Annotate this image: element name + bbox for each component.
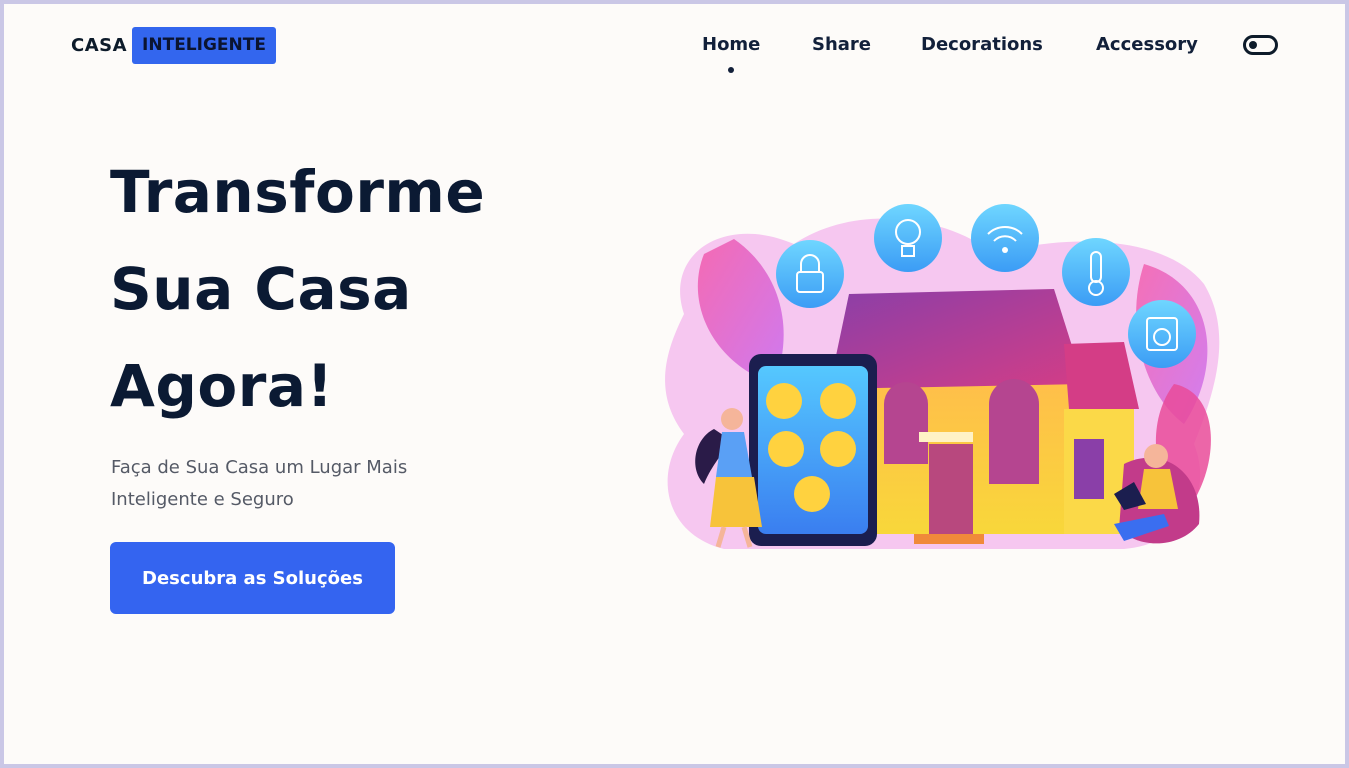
washing-machine-icon bbox=[1128, 300, 1196, 368]
nav-link-decorations[interactable]: Decorations bbox=[921, 34, 1043, 55]
hero-title-line: Transforme bbox=[110, 158, 486, 226]
smart-home-illustration bbox=[665, 204, 1220, 550]
hero-subtitle: Faça de Sua Casa um Lugar Mais Inteligen… bbox=[111, 452, 491, 516]
nav-link-label: Accessory bbox=[1096, 34, 1198, 55]
main-nav: Home Share Decorations Accessory bbox=[4, 34, 1345, 73]
hero-title-line: Sua Casa bbox=[110, 255, 412, 323]
nav-link-label: Share bbox=[812, 34, 872, 55]
hero-title: Transforme Sua Casa Agora! bbox=[110, 144, 485, 435]
nav-link-share[interactable]: Share bbox=[812, 34, 871, 55]
nav-link-accessory[interactable]: Accessory bbox=[1096, 34, 1198, 55]
lock-icon bbox=[776, 240, 844, 308]
nav-link-label: Decorations bbox=[921, 34, 1043, 55]
toggle-knob bbox=[1249, 41, 1257, 49]
theme-toggle-icon[interactable] bbox=[1243, 35, 1278, 55]
tablet bbox=[749, 354, 877, 546]
lightbulb-icon bbox=[874, 204, 942, 272]
nav-link-home[interactable]: Home bbox=[702, 34, 761, 73]
hero-subtitle-line: Inteligente e Seguro bbox=[111, 489, 294, 510]
hero-title-line: Agora! bbox=[110, 352, 334, 420]
thermometer-icon bbox=[1062, 238, 1130, 306]
active-indicator-dot bbox=[728, 67, 735, 73]
hero-subtitle-line: Faça de Sua Casa um Lugar Mais bbox=[111, 457, 408, 478]
wifi-icon bbox=[971, 204, 1039, 272]
nav-link-label: Home bbox=[702, 34, 761, 55]
page-frame: CASA INTELIGENTE Home Share Decorations … bbox=[0, 0, 1349, 768]
discover-solutions-button[interactable]: Descubra as Soluções bbox=[110, 542, 395, 614]
